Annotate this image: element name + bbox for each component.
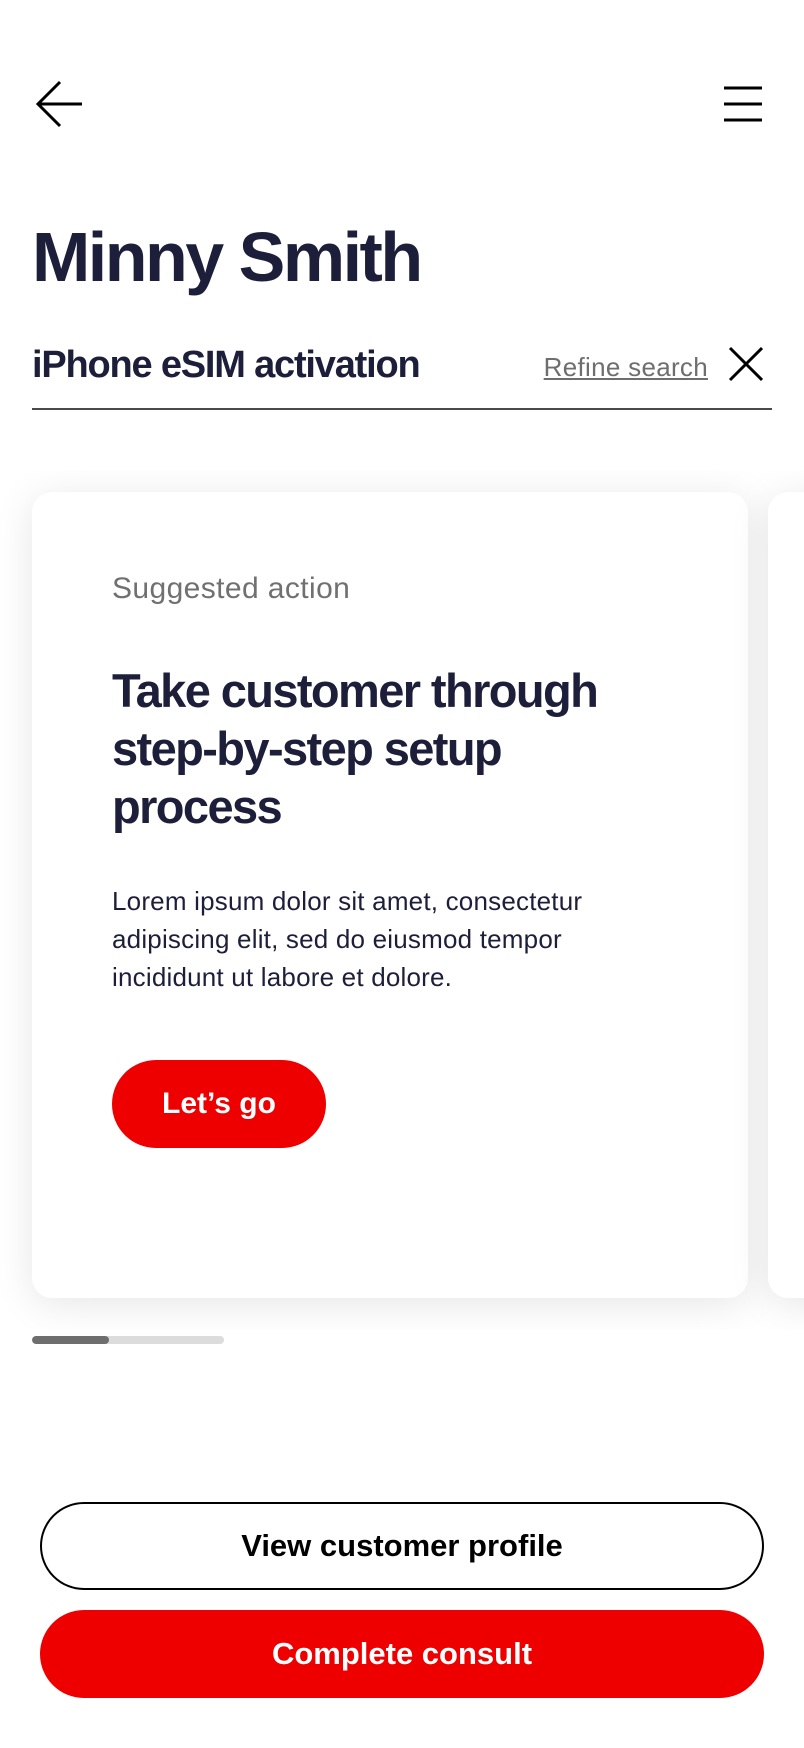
carousel-progress-indicator: [32, 1336, 109, 1344]
carousel-progress-track: [32, 1336, 224, 1344]
hamburger-menu-icon[interactable]: [722, 84, 764, 124]
close-icon[interactable]: [726, 344, 766, 384]
top-bar: [0, 0, 804, 210]
card-title: Take customer through step-by-step setup…: [112, 664, 599, 833]
view-customer-profile-button[interactable]: View customer profile: [40, 1502, 764, 1590]
lets-go-button[interactable]: Let’s go: [112, 1060, 326, 1148]
suggested-actions-carousel[interactable]: Suggested action Take customer through s…: [0, 470, 804, 1330]
customer-name: Minny Smith: [32, 218, 423, 296]
next-card-peek[interactable]: [768, 492, 804, 1298]
suggested-action-card: Suggested action Take customer through s…: [32, 492, 748, 1298]
card-description: Lorem ipsum dolor sit amet, consectetur …: [112, 886, 583, 992]
search-summary: iPhone eSIM activation Refine search: [32, 340, 772, 410]
card-eyebrow: Suggested action: [112, 572, 351, 605]
refine-search-link[interactable]: Refine search: [544, 352, 708, 383]
back-arrow-icon[interactable]: [34, 78, 86, 130]
search-query: iPhone eSIM activation: [32, 344, 421, 386]
complete-consult-button[interactable]: Complete consult: [40, 1610, 764, 1698]
